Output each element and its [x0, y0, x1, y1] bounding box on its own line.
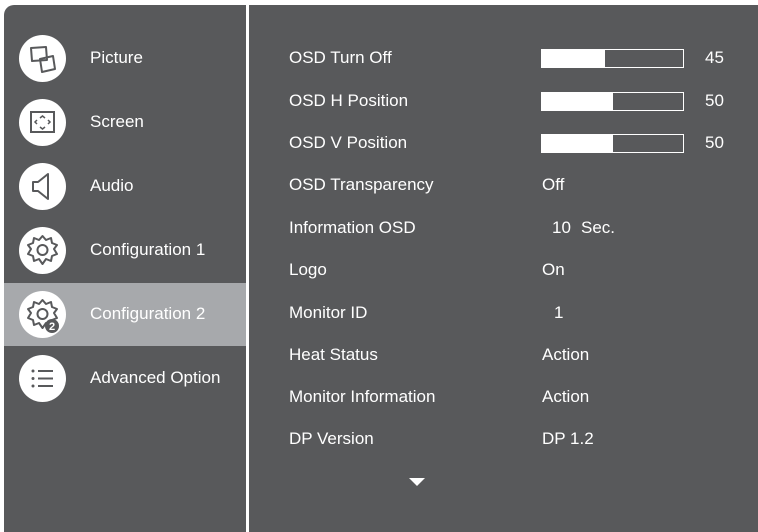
osd-turn-off-slider[interactable] — [541, 49, 684, 68]
osd-panel: Picture Screen Audio Configuration 1 2 C… — [4, 5, 758, 532]
setting-label: Heat Status — [289, 345, 378, 364]
setting-unit: Sec. — [581, 218, 616, 237]
sidebar-item-label: Configuration 1 — [90, 240, 206, 259]
sidebar-item-configuration-2[interactable]: 2 Configuration 2 — [4, 283, 246, 346]
sidebar-item-screen[interactable]: Screen — [4, 91, 246, 154]
gear-icon — [19, 227, 66, 274]
setting-label: Monitor ID — [289, 303, 368, 322]
setting-row-logo[interactable]: Logo On — [249, 250, 758, 292]
slider-fill — [542, 135, 613, 152]
setting-row-osd-turn-off[interactable]: OSD Turn Off 45 — [249, 38, 758, 80]
sidebar-item-label: Picture — [90, 48, 143, 67]
sidebar-item-label: Advanced Option — [90, 368, 221, 387]
setting-label: OSD Transparency — [289, 175, 434, 194]
osd-h-position-slider[interactable] — [541, 92, 684, 111]
list-icon — [19, 355, 66, 402]
slider-value: 50 — [705, 133, 724, 152]
setting-row-monitor-information[interactable]: Monitor Information Action — [249, 377, 758, 419]
slider-value: 45 — [705, 48, 724, 67]
sidebar-menu: Picture Screen Audio Configuration 1 2 C… — [4, 5, 246, 532]
osd-v-position-slider[interactable] — [541, 134, 684, 153]
setting-label: OSD Turn Off — [289, 48, 392, 67]
icon-badge: 2 — [49, 321, 55, 333]
setting-row-osd-transparency[interactable]: OSD Transparency Off — [249, 165, 758, 207]
sidebar-item-audio[interactable]: Audio — [4, 155, 246, 218]
setting-label: DP Version — [289, 429, 374, 448]
setting-label: OSD H Position — [289, 91, 409, 110]
settings-panel: OSD Turn Off 45 OSD H Position 50 OSD V … — [249, 5, 758, 532]
setting-value: Off — [542, 175, 565, 194]
sidebar-item-configuration-1[interactable]: Configuration 1 — [4, 219, 246, 282]
setting-label: Monitor Information — [289, 387, 436, 406]
setting-row-information-osd[interactable]: Information OSD 10 Sec. — [249, 208, 758, 250]
setting-value: Action — [542, 345, 590, 364]
slider-value: 50 — [705, 91, 724, 110]
setting-row-osd-v-position[interactable]: OSD V Position 50 — [249, 123, 758, 165]
sidebar-item-label: Screen — [90, 112, 144, 131]
setting-value: DP 1.2 — [542, 429, 594, 448]
triangle-down-icon[interactable] — [409, 478, 425, 486]
audio-icon — [19, 163, 66, 210]
sidebar-item-advanced-option[interactable]: Advanced Option — [4, 347, 246, 410]
setting-value: 10 — [552, 218, 571, 237]
setting-row-monitor-id[interactable]: Monitor ID 1 — [249, 293, 758, 335]
setting-label: Logo — [289, 260, 327, 279]
setting-row-dp-version[interactable]: DP Version DP 1.2 — [249, 419, 758, 461]
setting-row-heat-status[interactable]: Heat Status Action — [249, 335, 758, 377]
setting-row-osd-h-position[interactable]: OSD H Position 50 — [249, 81, 758, 123]
gear-2-icon: 2 — [19, 291, 66, 338]
setting-value: On — [542, 260, 565, 279]
setting-value: Action — [542, 387, 590, 406]
slider-fill — [542, 93, 613, 110]
setting-label: OSD V Position — [289, 133, 408, 152]
setting-value: 1 — [554, 303, 564, 322]
picture-icon — [19, 35, 66, 82]
slider-fill — [542, 50, 606, 67]
screen-icon — [19, 99, 66, 146]
setting-label: Information OSD — [289, 218, 416, 237]
sidebar-item-label: Audio — [90, 176, 134, 195]
sidebar-item-label: Configuration 2 — [90, 304, 206, 323]
sidebar-item-picture[interactable]: Picture — [4, 27, 246, 90]
